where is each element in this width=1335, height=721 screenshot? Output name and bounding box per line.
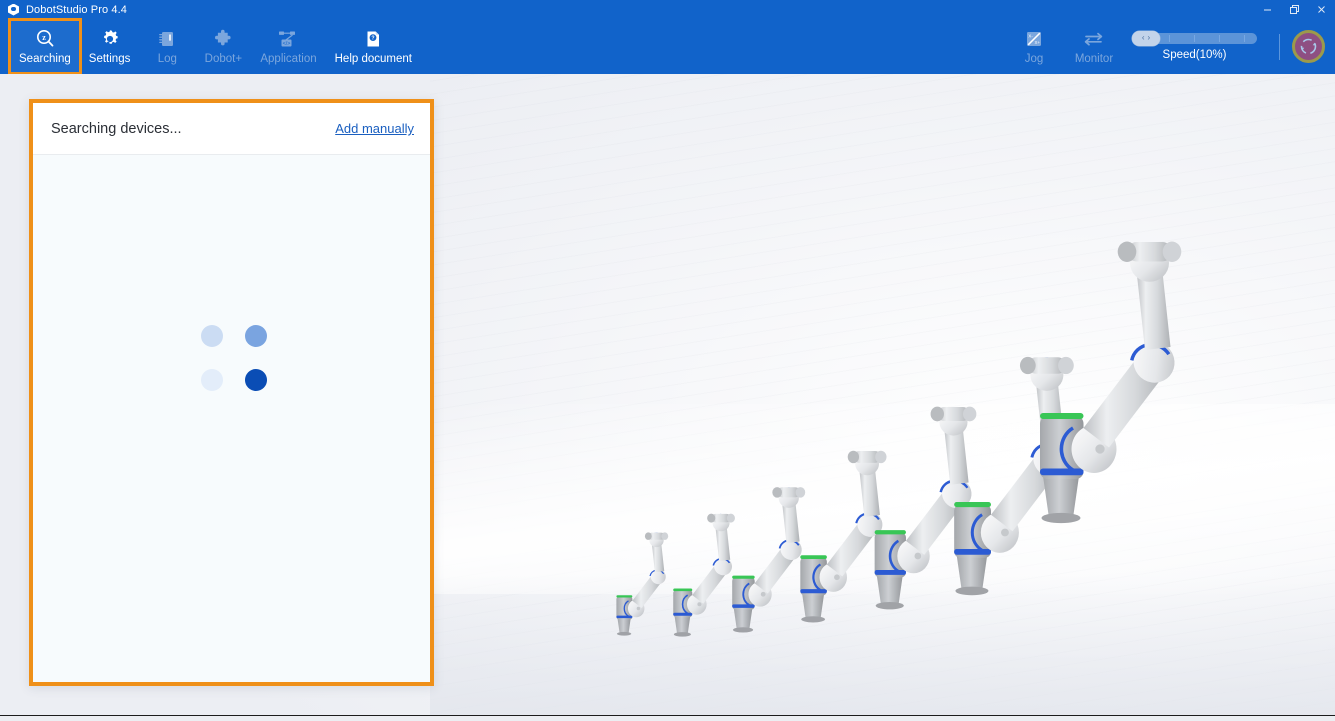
svg-text:X+: X+	[1034, 40, 1040, 45]
speed-slider-thumb[interactable]: ‹ ›	[1132, 31, 1160, 46]
minimize-icon[interactable]	[1254, 0, 1281, 19]
puzzle-piece-icon	[212, 28, 234, 50]
search-z-icon: z	[34, 28, 56, 50]
toolbar-divider	[1279, 34, 1280, 60]
toolbar-item-monitor[interactable]: Monitor	[1064, 20, 1124, 73]
svg-text:X-: X-	[1028, 34, 1033, 39]
restore-window-icon[interactable]	[1281, 0, 1308, 19]
gear-icon	[99, 28, 121, 50]
toolbar-item-dobot-plus[interactable]: Dobot+	[195, 20, 251, 73]
stage-light-sweep	[430, 404, 1335, 594]
chevron-right-icon: ›	[1148, 34, 1151, 42]
dot-bottom-right	[245, 369, 267, 391]
speed-slider-group[interactable]: ‹ › Speed(10%)	[1124, 20, 1265, 73]
toolbar-item-jog[interactable]: X- X+ Jog	[1004, 20, 1064, 73]
toolbar-item-label: Dobot+	[205, 53, 242, 66]
toolbar-item-label: Log	[158, 53, 177, 66]
toolbar-item-searching[interactable]: z Searching	[10, 20, 80, 73]
jog-axis-icon: X- X+	[1023, 28, 1045, 50]
monitor-arrows-icon	[1083, 28, 1105, 50]
app-logo-icon	[8, 4, 19, 16]
toolbar-item-label: Help document	[335, 53, 412, 66]
toolbar-item-label: Application	[260, 53, 316, 66]
device-list-area	[33, 155, 430, 682]
add-manually-link[interactable]: Add manually	[335, 121, 414, 136]
window-bottom-edge	[0, 715, 1335, 721]
toolbar-item-settings[interactable]: Settings	[80, 20, 140, 73]
speed-slider-track[interactable]: ‹ ›	[1132, 33, 1257, 44]
toolbar-right-group: X- X+ Jog Monitor	[1004, 19, 1327, 74]
title-bar: DobotStudio Pro 4.4	[0, 0, 1335, 19]
toolbar-item-application[interactable]: </> Application	[251, 20, 325, 73]
svg-text:z: z	[42, 33, 46, 42]
dot-top-right	[245, 325, 267, 347]
user-avatar-refresh-icon	[1298, 36, 1319, 57]
loading-spinner-dots	[201, 325, 267, 391]
stage-floor	[430, 575, 1335, 715]
avatar[interactable]	[1292, 30, 1325, 63]
toolbar-item-label: Settings	[89, 53, 131, 66]
notebook-icon	[156, 28, 178, 50]
toolbar-item-label: Jog	[1025, 53, 1044, 66]
stage-texture	[430, 74, 1335, 715]
dot-bottom-left	[201, 369, 223, 391]
main-toolbar: z Searching Settings	[0, 19, 1335, 74]
toolbar-item-help-document[interactable]: ? Help document	[326, 20, 421, 73]
window-controls	[1254, 0, 1335, 19]
toolbar-item-label: Searching	[19, 53, 71, 66]
close-icon[interactable]	[1308, 0, 1335, 19]
toolbar-left-group: z Searching Settings	[10, 19, 421, 74]
window-title: DobotStudio Pro 4.4	[26, 4, 127, 16]
toolbar-item-label: Monitor	[1075, 53, 1113, 66]
help-document-icon: ?	[362, 28, 384, 50]
svg-text:</>: </>	[283, 41, 291, 47]
chevron-left-icon: ‹	[1142, 34, 1145, 42]
toolbar-item-log[interactable]: Log	[139, 20, 195, 73]
panel-header: Searching devices... Add manually	[33, 103, 430, 155]
flow-code-icon: </>	[277, 28, 299, 50]
dot-top-left	[201, 325, 223, 347]
panel-title: Searching devices...	[51, 121, 182, 137]
searching-devices-panel: Searching devices... Add manually	[29, 99, 434, 686]
speed-label: Speed(10%)	[1163, 49, 1227, 61]
svg-text:?: ?	[372, 36, 375, 42]
